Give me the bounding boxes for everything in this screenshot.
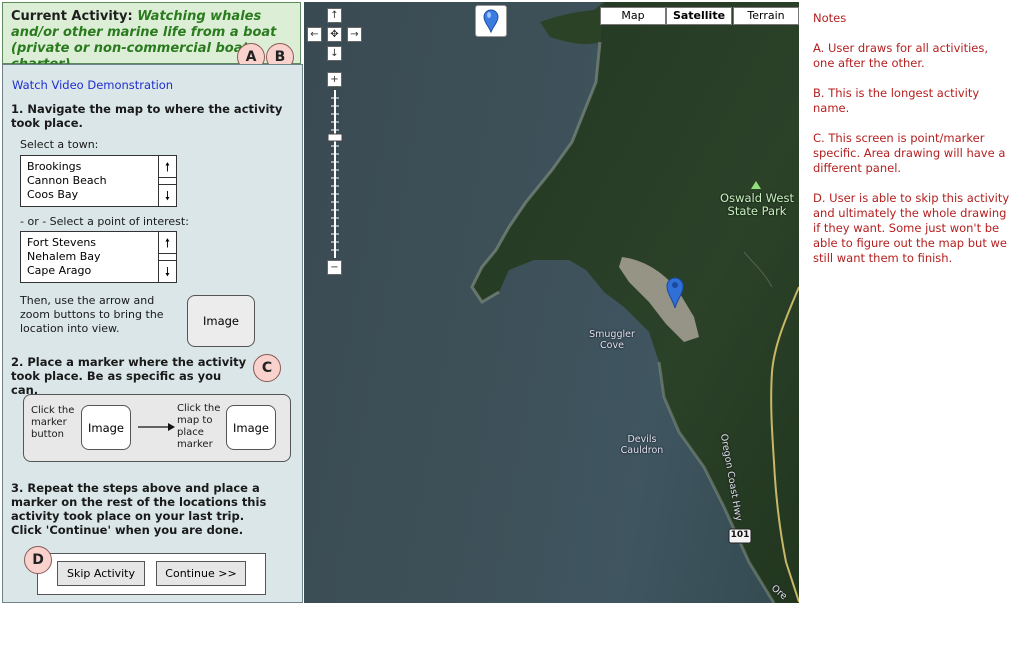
pan-down-button[interactable]: ↓: [327, 46, 342, 61]
activity-prefix: Current Activity:: [11, 9, 133, 24]
watch-video-link[interactable]: Watch Video Demonstration: [12, 78, 173, 92]
scroll-up-icon[interactable]: 🠕: [159, 232, 176, 254]
devils-cauldron-label: Devils Cauldron: [620, 434, 664, 456]
map-type-terrain[interactable]: Terrain: [733, 7, 799, 25]
pan-left-button[interactable]: ←: [307, 27, 322, 42]
town-select-label: Select a town:: [20, 138, 99, 151]
step3-title: 3. Repeat the steps above and place a ma…: [11, 481, 267, 537]
zoom-slider-thumb: [327, 133, 343, 142]
note-b: B. This is the longest activity name.: [813, 86, 980, 115]
flow-step1-text: Click the marker button: [31, 405, 75, 440]
marker-pin-icon: [483, 9, 499, 34]
step1-title: 1. Navigate the map to where the activit…: [11, 102, 283, 130]
marker-instructions-box: Click the marker button Image Click the …: [23, 394, 291, 462]
pan-up-button[interactable]: ↑: [327, 8, 342, 23]
scroll-down-icon[interactable]: 🠗: [159, 260, 176, 282]
scroll-up-icon[interactable]: 🠕: [159, 156, 176, 178]
zoom-out-button[interactable]: −: [327, 260, 342, 275]
poi-select-label: - or - Select a point of interest:: [20, 215, 189, 228]
smuggler-cove-label: Smuggler Cove: [589, 329, 635, 351]
zoom-slider-track[interactable]: [327, 90, 343, 258]
town-scrollbar[interactable]: 🠕 🠗: [158, 156, 176, 206]
poi-option[interactable]: Cape Arago: [27, 264, 170, 278]
notes-title: Notes: [813, 11, 847, 25]
pan-right-button[interactable]: →: [347, 27, 362, 42]
note-d: D. User is able to skip this activity an…: [813, 191, 1010, 265]
satellite-map[interactable]: ↑ ← ✥ → ↓ + − Map Satellite Terrain Oswa…: [304, 2, 799, 603]
navigation-image-placeholder: Image: [187, 295, 255, 347]
add-marker-button[interactable]: [475, 5, 507, 37]
poi-listbox[interactable]: Fort Stevens Nehalem Bay Cape Arago 🠕 🠗: [20, 231, 177, 283]
annotation-badge-d: D: [24, 546, 52, 574]
zoom-in-button[interactable]: +: [327, 72, 342, 87]
poi-option[interactable]: Fort Stevens: [27, 236, 170, 250]
town-option[interactable]: Cannon Beach: [27, 174, 170, 188]
pan-center-button[interactable]: ✥: [327, 27, 342, 42]
town-listbox[interactable]: Brookings Cannon Beach Coos Bay 🠕 🠗: [20, 155, 177, 207]
map-click-image: Image: [226, 405, 276, 450]
placed-marker-icon[interactable]: [665, 275, 685, 309]
poi-option[interactable]: Nehalem Bay: [27, 250, 170, 264]
arrow-zoom-instructions: Then, use the arrow and zoom buttons to …: [20, 294, 164, 335]
park-label: Oswald West State Park: [720, 191, 794, 218]
map-imagery: [470, 2, 799, 603]
continue-button[interactable]: Continue >>: [156, 561, 246, 586]
map-type-map[interactable]: Map: [600, 7, 666, 25]
note-c: C. This screen is point/marker specific.…: [813, 131, 1006, 175]
town-option[interactable]: Brookings: [27, 160, 170, 174]
poi-scrollbar[interactable]: 🠕 🠗: [158, 232, 176, 282]
arrow-right-icon: [138, 423, 175, 431]
annotation-badge-c: C: [253, 354, 281, 382]
town-option[interactable]: Coos Bay: [27, 188, 170, 202]
marker-button-image: Image: [81, 405, 131, 450]
step2-title: 2. Place a marker where the activity too…: [11, 355, 247, 397]
map-type-satellite[interactable]: Satellite: [666, 7, 732, 25]
instruction-panel: Watch Video Demonstration 1. Navigate th…: [2, 64, 303, 603]
note-a: A. User draws for all activities, one af…: [813, 41, 989, 70]
skip-activity-button[interactable]: Skip Activity: [57, 561, 145, 586]
flow-step2-text: Click the map to place marker: [177, 403, 221, 450]
scroll-down-icon[interactable]: 🠗: [159, 184, 176, 206]
route-shield-label: 101: [730, 530, 750, 540]
park-tree-icon: [751, 181, 761, 189]
action-buttons-frame: Skip Activity Continue >>: [37, 553, 266, 595]
